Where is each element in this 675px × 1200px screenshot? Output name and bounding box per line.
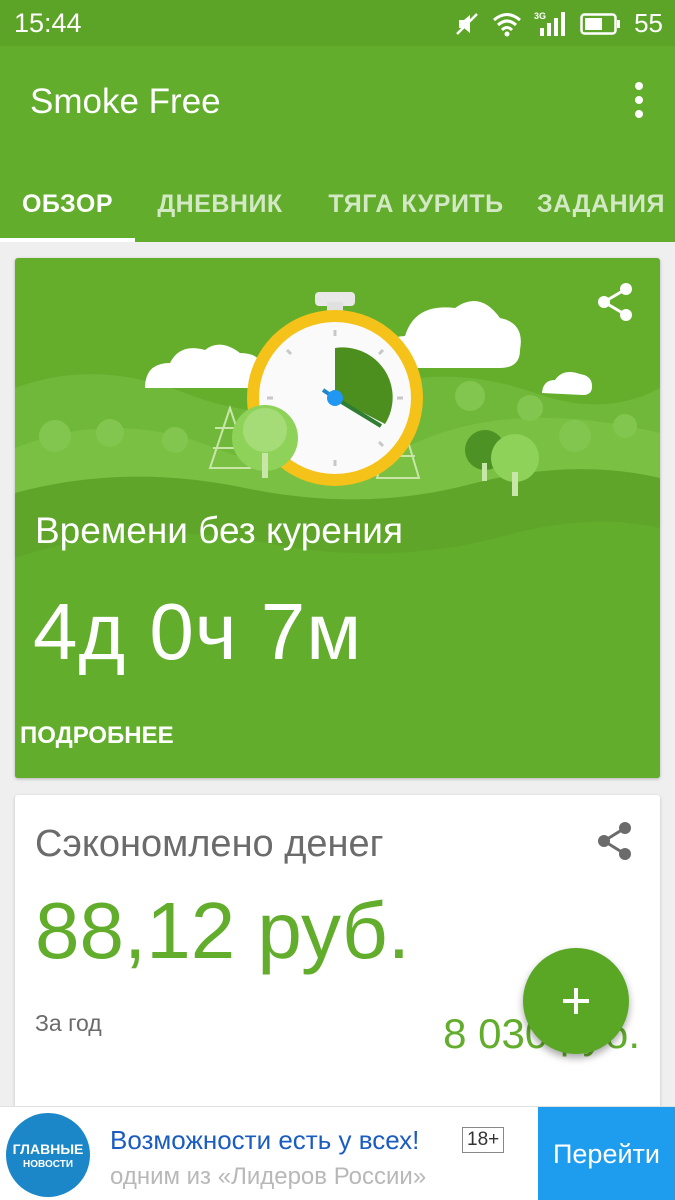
smoke-free-time-label: Времени без курения — [35, 510, 403, 551]
ad-logo-line1: ГЛАВНЫЕ — [12, 1140, 84, 1157]
tab-missions[interactable]: ЗАДАНИЯ — [527, 166, 675, 242]
battery-level: 55 — [634, 8, 663, 38]
app-bar: Smoke Free ОБЗОР ДНЕВНИК ТЯГА КУРИТЬ ЗАД… — [0, 46, 675, 242]
share-icon[interactable] — [596, 282, 636, 322]
status-bar: 15:44 3G 55 — [0, 0, 675, 46]
more-vert-icon[interactable] — [629, 80, 649, 120]
tab-bar: ОБЗОР ДНЕВНИК ТЯГА КУРИТЬ ЗАДАНИЯ — [0, 166, 675, 242]
money-saved-value: 88,12 руб. — [35, 886, 410, 975]
period-label: За год — [35, 1010, 102, 1036]
wifi-icon — [493, 12, 522, 36]
plus-icon — [563, 988, 589, 1014]
signal-icon: 3G — [534, 11, 566, 36]
money-saved-label: Сэкономлено денег — [35, 823, 384, 865]
ad-logo-line2: НОВОСТИ — [22, 1158, 74, 1170]
more-details-link[interactable]: ПОДРОБНЕЕ — [20, 722, 174, 750]
add-button[interactable] — [523, 948, 629, 1054]
ad-subtitle: одним из «Лидеров России» — [110, 1163, 427, 1190]
mute-icon — [456, 12, 478, 35]
network-type: 3G — [534, 11, 546, 21]
tab-cravings[interactable]: ТЯГА КУРИТЬ — [305, 166, 527, 242]
ad-age-rating: 18+ — [462, 1127, 505, 1153]
smoke-free-time-value: 4д 0ч 7м — [33, 587, 363, 676]
status-time: 15:44 — [14, 8, 82, 38]
ad-logo: ГЛАВНЫЕ НОВОСТИ — [6, 1113, 90, 1197]
ad-go-button[interactable]: Перейти — [538, 1107, 675, 1200]
ad-banner[interactable]: ГЛАВНЫЕ НОВОСТИ Возможности есть у всех!… — [0, 1106, 675, 1200]
time-smoke-free-card[interactable]: Времени без курения 4д 0ч 7м ПОДРОБНЕЕ — [15, 258, 660, 778]
share-icon[interactable] — [596, 821, 634, 861]
ad-title[interactable]: Возможности есть у всех! — [110, 1125, 419, 1156]
battery-icon — [580, 12, 621, 35]
app-title: Smoke Free — [30, 82, 221, 121]
tab-overview[interactable]: ОБЗОР — [0, 166, 135, 242]
status-icons: 3G 55 — [454, 8, 663, 39]
tab-diary[interactable]: ДНЕВНИК — [135, 166, 305, 242]
